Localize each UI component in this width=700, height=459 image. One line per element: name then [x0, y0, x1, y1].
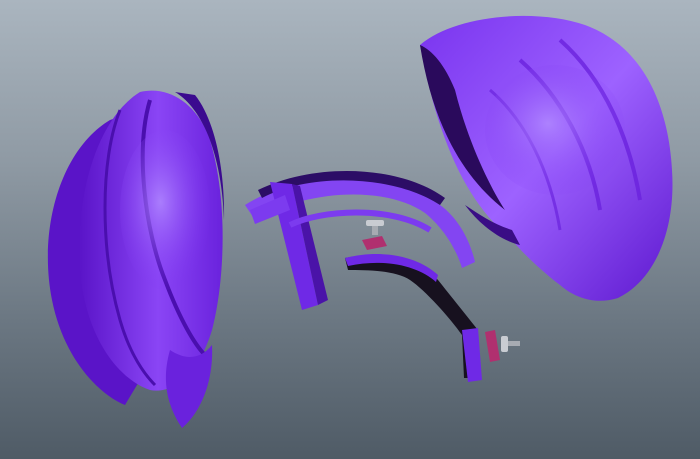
- left-shell[interactable]: [47, 90, 225, 428]
- clip-pad-bottom: [485, 330, 500, 362]
- clip-pad-top: [362, 236, 387, 250]
- hinge-arm[interactable]: [345, 254, 482, 382]
- model-render: [47, 15, 673, 428]
- screw-bottom: [501, 336, 520, 352]
- right-shell[interactable]: [420, 15, 673, 301]
- 3d-viewport[interactable]: [0, 0, 700, 459]
- screw-top: [366, 220, 384, 235]
